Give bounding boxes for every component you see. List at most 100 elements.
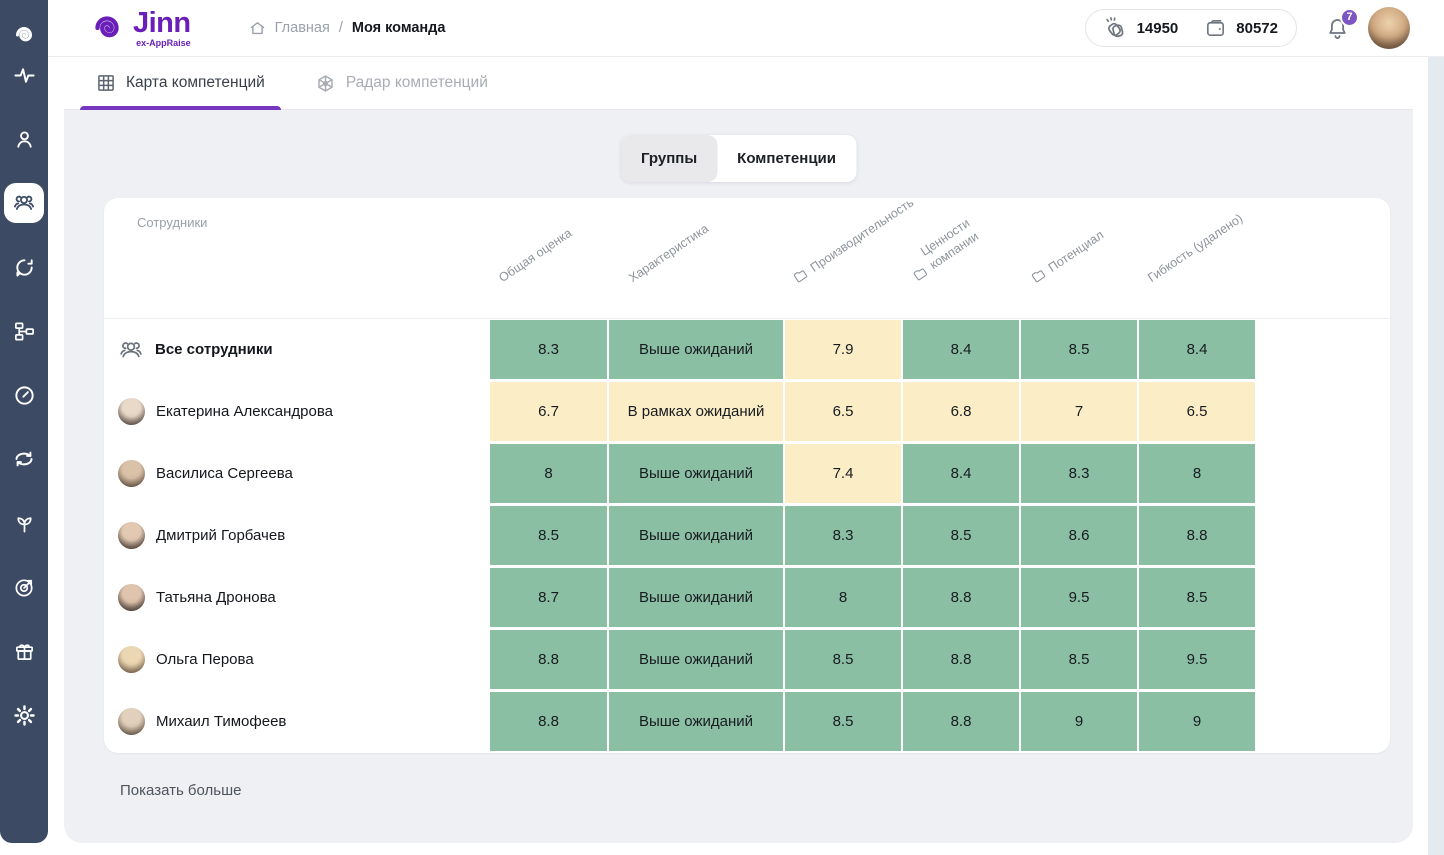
- table-row[interactable]: Екатерина Александрова 6.7В рамках ожидан…: [104, 382, 1390, 444]
- user-avatar[interactable]: [1368, 7, 1410, 49]
- employee-name: Василиса Сергеева: [156, 465, 293, 482]
- table-row[interactable]: Михаил Тимофеев8.8Выше ожиданий8.58.899: [104, 692, 1390, 753]
- score-cell: 9: [1139, 692, 1255, 751]
- score-cell: 9.5: [1021, 568, 1137, 627]
- table-row[interactable]: Все сотрудники8.3Выше ожиданий7.98.48.58…: [104, 320, 1390, 382]
- table-row[interactable]: Татьяна Дронова8.7Выше ожиданий88.89.58.…: [104, 568, 1390, 630]
- score-cell: 8.8: [1139, 506, 1255, 565]
- jinn-logo-spiral-icon: [88, 9, 126, 47]
- employee-avatar: [118, 522, 145, 549]
- sidebar-item-settings[interactable]: [4, 695, 44, 735]
- score-cell: В рамках ожиданий: [609, 382, 783, 441]
- folder-icon: [1029, 266, 1048, 285]
- sidebar-item-development[interactable]: [4, 503, 44, 543]
- breadcrumb-home[interactable]: Главная: [275, 20, 330, 36]
- jinn-logo[interactable]: Jinn ex-AppRaise: [88, 9, 191, 48]
- score-cell: 8.6: [1021, 506, 1137, 565]
- score-cell: 8: [785, 568, 901, 627]
- employee-name: Екатерина Александрова: [156, 403, 333, 420]
- score-cell: Выше ожиданий: [609, 320, 783, 379]
- tab-label: Радар компетенций: [346, 74, 488, 92]
- table-row[interactable]: Дмитрий Горбачев8.5Выше ожиданий8.38.58.…: [104, 506, 1390, 568]
- score-cell: 8.5: [785, 692, 901, 751]
- claps-counter[interactable]: 14950: [1104, 16, 1179, 40]
- team-icon: [118, 337, 144, 363]
- grid-icon: [96, 73, 116, 93]
- employee-name-cell[interactable]: Дмитрий Горбачев: [104, 506, 490, 565]
- employee-name: Михаил Тимофеев: [156, 713, 286, 730]
- top-header: Jinn ex-AppRaise Главная / Моя команда 1…: [48, 0, 1444, 57]
- score-cell: 8.5: [1021, 320, 1137, 379]
- toggle-groups[interactable]: Группы: [621, 135, 717, 182]
- clap-icon: [1104, 16, 1128, 40]
- column-headers: Сотрудники Общая оценкаХарактеристикаПро…: [104, 198, 1390, 319]
- notification-badge: 7: [1340, 8, 1359, 27]
- employee-avatar: [118, 646, 145, 673]
- wallet-counter[interactable]: 80572: [1204, 17, 1278, 40]
- score-cell: Выше ожиданий: [609, 692, 783, 751]
- person-icon: [13, 128, 36, 151]
- sidebar-item-performance[interactable]: [4, 375, 44, 415]
- table-rows: Все сотрудники8.3Выше ожиданий7.98.48.58…: [104, 320, 1390, 753]
- score-cell: 8.3: [785, 506, 901, 565]
- show-more-button[interactable]: Показать больше: [120, 782, 241, 799]
- employee-name: Татьяна Дронова: [156, 589, 276, 606]
- org-chart-icon: [13, 320, 36, 343]
- notifications-bell[interactable]: 7: [1325, 16, 1350, 41]
- score-cell: 8.5: [785, 630, 901, 689]
- score-cell: 7.9: [785, 320, 901, 379]
- score-cell: 7.4: [785, 444, 901, 503]
- sidebar-item-rewards[interactable]: [4, 631, 44, 671]
- scrollbar-track[interactable]: [1428, 57, 1444, 855]
- employee-name-cell[interactable]: Ольга Перова: [104, 630, 490, 689]
- score-cell: 6.7: [490, 382, 607, 441]
- table-row[interactable]: Василиса Сергеева8Выше ожиданий7.48.48.3…: [104, 444, 1390, 506]
- sidebar-item-dialogs[interactable]: [4, 247, 44, 287]
- column-header[interactable]: Потенциал: [1029, 227, 1107, 286]
- tab-competency-radar[interactable]: Радар компетенций: [299, 57, 504, 109]
- column-header[interactable]: Производительность: [791, 198, 917, 286]
- score-cell: 8.5: [490, 506, 607, 565]
- team-icon: [12, 191, 36, 215]
- jinn-spiral-icon[interactable]: [4, 15, 44, 55]
- target-icon: [13, 576, 36, 599]
- view-toggle: Группы Компетенции: [621, 135, 856, 182]
- employee-name-cell[interactable]: Михаил Тимофеев: [104, 692, 490, 751]
- toggle-competencies[interactable]: Компетенции: [717, 135, 856, 182]
- employee-name: Все сотрудники: [155, 341, 273, 358]
- competency-table-card: Сотрудники Общая оценкаХарактеристикаПро…: [104, 198, 1390, 753]
- tab-bar: Карта компетенций Радар компетенций: [64, 57, 1413, 110]
- folder-icon: [791, 266, 810, 285]
- sidebar-item-profile[interactable]: [4, 119, 44, 159]
- column-header-label: Общая оценка: [496, 226, 574, 285]
- column-header[interactable]: Ценности компании: [902, 205, 999, 285]
- tab-label: Карта компетенций: [126, 74, 265, 92]
- sidebar-item-activity[interactable]: [4, 55, 44, 95]
- employee-name-cell[interactable]: Василиса Сергеева: [104, 444, 490, 503]
- table-row[interactable]: Ольга Перова8.8Выше ожиданий8.58.88.59.5: [104, 630, 1390, 692]
- score-cell: Выше ожиданий: [609, 568, 783, 627]
- sidebar-item-my-team[interactable]: [4, 183, 44, 223]
- sidebar-item-goals[interactable]: [4, 567, 44, 607]
- gear-icon: [13, 704, 36, 727]
- column-header-label: Характеристика: [626, 221, 711, 285]
- employee-avatar: [118, 398, 145, 425]
- logo-subtitle: ex-AppRaise: [136, 39, 191, 48]
- chat-sync-icon: [13, 256, 36, 279]
- score-cell: Выше ожиданий: [609, 444, 783, 503]
- employee-name-cell[interactable]: Все сотрудники: [104, 320, 490, 379]
- employee-name-cell[interactable]: Татьяна Дронова: [104, 568, 490, 627]
- score-cell: Выше ожиданий: [609, 630, 783, 689]
- column-header-label: Гибкость (удалено): [1145, 211, 1245, 285]
- tab-competency-map[interactable]: Карта компетенций: [80, 57, 281, 109]
- employee-name: Ольга Перова: [156, 651, 254, 668]
- home-icon[interactable]: [249, 20, 266, 37]
- employee-name-cell[interactable]: Екатерина Александрова: [104, 382, 490, 441]
- sidebar-item-cycles[interactable]: [4, 439, 44, 479]
- sidebar-item-structure[interactable]: [4, 311, 44, 351]
- score-cell: 8: [490, 444, 607, 503]
- wallet-value: 80572: [1236, 20, 1278, 37]
- claps-value: 14950: [1137, 20, 1179, 37]
- score-cell: 9.5: [1139, 630, 1255, 689]
- score-cell: 8.5: [903, 506, 1019, 565]
